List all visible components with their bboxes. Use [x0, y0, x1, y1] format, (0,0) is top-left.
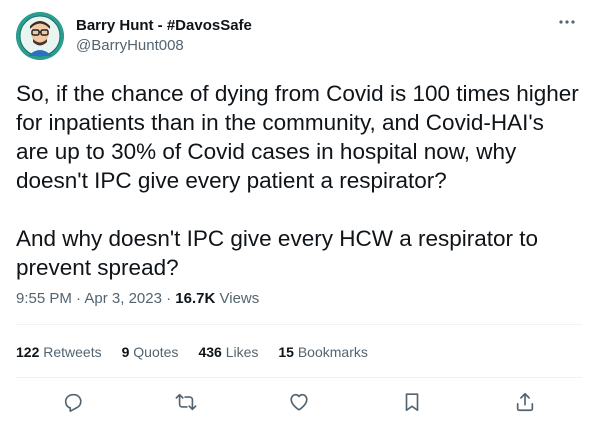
- stat-label: Bookmarks: [297, 344, 368, 360]
- engagement-stats: 122 Retweets 9 Quotes 436 Likes 15 Bookm…: [16, 342, 368, 362]
- stat-label: Retweets: [43, 344, 102, 360]
- stat-retweets[interactable]: 122 Retweets: [16, 342, 102, 362]
- more-options-button[interactable]: [552, 12, 582, 36]
- stat-count: 436: [198, 344, 222, 360]
- tweet-meta: 9:55 PM · Apr 3, 2023 · 16.7K Views: [16, 289, 259, 309]
- stat-likes[interactable]: 436 Likes: [198, 342, 258, 362]
- stat-count: 9: [121, 344, 130, 360]
- bookmark-icon: [405, 393, 419, 412]
- meta-separator: ·: [71, 290, 85, 307]
- stat-label: Quotes: [133, 344, 179, 360]
- avatar-image: [16, 12, 64, 60]
- bookmark-button[interactable]: [394, 384, 430, 420]
- tweet-header: Barry Hunt - #DavosSafe @BarryHunt008: [16, 12, 582, 62]
- stat-count: 15: [278, 344, 294, 360]
- tweet-time[interactable]: 9:55 PM: [16, 290, 72, 307]
- tweet: Barry Hunt - #DavosSafe @BarryHunt008 So…: [0, 0, 598, 425]
- author-names: Barry Hunt - #DavosSafe @BarryHunt008: [76, 16, 252, 56]
- retweet-icon: [175, 393, 197, 411]
- views-label: Views: [219, 290, 260, 307]
- retweet-button[interactable]: [168, 384, 204, 420]
- reply-icon: [64, 393, 82, 412]
- author-display-name[interactable]: Barry Hunt - #DavosSafe: [76, 16, 252, 36]
- share-button[interactable]: [507, 384, 543, 420]
- reply-button[interactable]: [55, 384, 91, 420]
- action-bar: [16, 384, 582, 420]
- stat-count: 122: [16, 344, 40, 360]
- tweet-text: So, if the chance of dying from Covid is…: [16, 81, 579, 280]
- meta-separator-2: ·: [161, 290, 176, 307]
- tweet-date[interactable]: Apr 3, 2023: [84, 290, 162, 307]
- author-handle[interactable]: @BarryHunt008: [76, 36, 252, 56]
- share-icon: [517, 392, 534, 412]
- divider: [16, 377, 582, 378]
- stat-quotes[interactable]: 9 Quotes: [122, 342, 179, 362]
- stat-bookmarks[interactable]: 15 Bookmarks: [278, 342, 368, 362]
- like-button[interactable]: [281, 384, 317, 420]
- divider: [16, 324, 582, 325]
- like-icon: [290, 393, 308, 411]
- views-count: 16.7K: [175, 290, 216, 307]
- more-icon: [559, 20, 575, 24]
- avatar[interactable]: [16, 12, 64, 60]
- stat-label: Likes: [225, 344, 259, 360]
